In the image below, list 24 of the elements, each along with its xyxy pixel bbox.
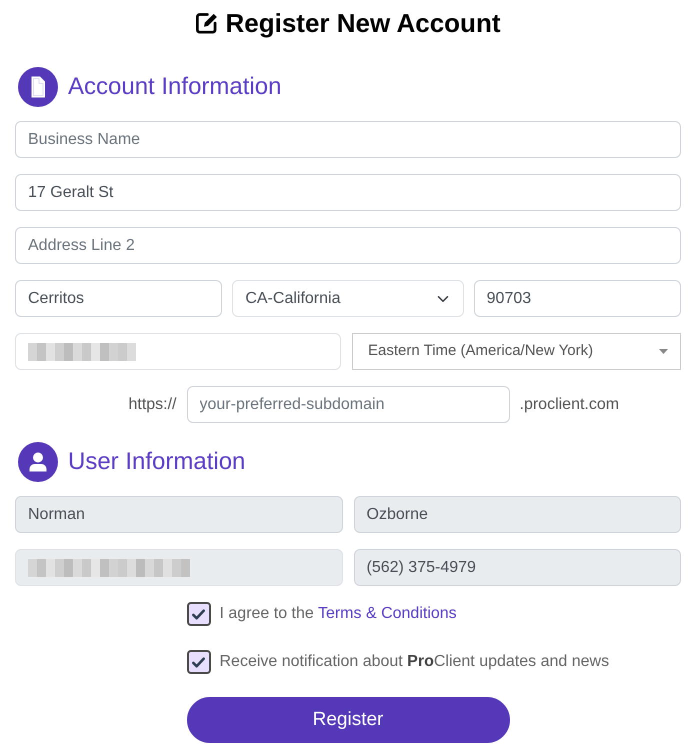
checkbox[interactable] <box>186 602 210 626</box>
checkbox[interactable] <box>186 650 210 674</box>
section-title: User Information <box>68 447 246 477</box>
edit-icon <box>196 12 218 34</box>
caret-icon <box>659 349 668 354</box>
select-field[interactable]: CA-California <box>232 280 464 317</box>
domain-suffix: .proclient.com <box>520 394 620 414</box>
input-field[interactable] <box>15 333 341 370</box>
input-field[interactable]: Address Line 2 <box>15 227 681 264</box>
page-title: Register New Account <box>226 7 500 40</box>
input-field[interactable]: 90703 <box>474 280 681 317</box>
input-field[interactable]: Cerritos <box>15 280 222 317</box>
dropdown[interactable]: Eastern Time (America/New York) <box>352 333 681 370</box>
checkbox-label: Receive notification about ProClient updates and news <box>220 652 610 672</box>
section-title: Account Information <box>68 72 282 102</box>
input-field[interactable]: 17 Geralt St <box>15 174 681 211</box>
user-icon <box>18 442 58 482</box>
url-prefix: https:// <box>128 394 176 414</box>
input-field[interactable]: your-preferred-subdomain <box>186 386 510 423</box>
checkbox-label: I agree to the Terms & Conditions <box>220 604 457 624</box>
terms-link[interactable]: Terms & Conditions <box>318 605 457 622</box>
input-field[interactable]: Business Name <box>15 121 681 158</box>
document-icon <box>18 67 58 107</box>
register-button[interactable]: Register <box>186 697 510 743</box>
